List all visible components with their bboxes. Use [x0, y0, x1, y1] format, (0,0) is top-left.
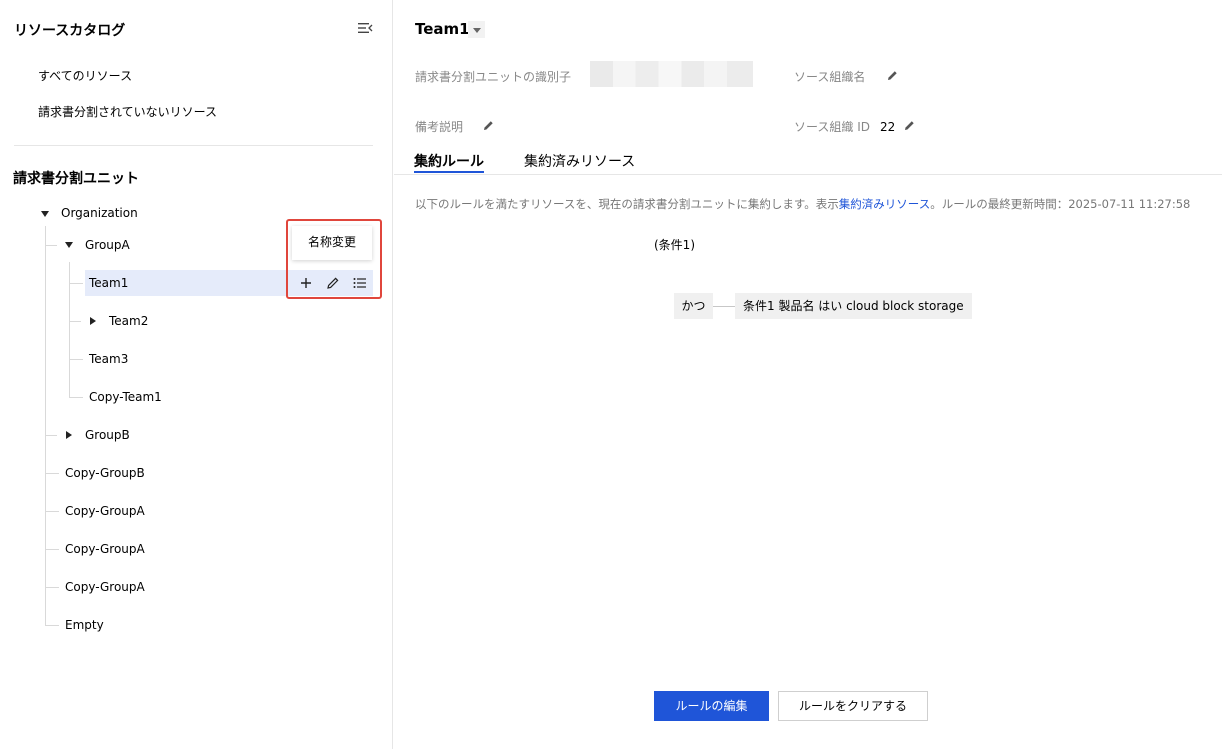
- tree-node-team3[interactable]: Team3: [89, 352, 128, 366]
- tree-line: [45, 625, 59, 626]
- source-org-id-value: 22: [880, 120, 896, 134]
- highlight-box: [286, 219, 382, 299]
- identifier-value-redacted: [590, 61, 753, 87]
- units-title: 請求書分割ユニット: [13, 171, 139, 187]
- tree-node-team1[interactable]: Team1: [89, 276, 128, 290]
- tree-node-empty[interactable]: Empty: [65, 618, 104, 632]
- sidebar-title: リソースカタログ: [14, 23, 126, 39]
- page-title: Team1: [415, 20, 470, 38]
- edit-pencil-icon[interactable]: [903, 119, 916, 132]
- edit-rule-button[interactable]: ルールの編集: [654, 691, 769, 721]
- condition-group-title: (条件1): [654, 238, 695, 252]
- collapse-menu-icon[interactable]: [357, 21, 373, 35]
- tree-line: [45, 435, 57, 436]
- rule-last-updated: 。ルールの最終更新時間：2025-07-11 11:27:58: [930, 197, 1191, 211]
- tree-line: [45, 245, 57, 246]
- and-operator-badge: かつ: [674, 293, 713, 319]
- tree-node-copy-groupb[interactable]: Copy-GroupB: [65, 466, 145, 480]
- tree-line: [69, 397, 83, 398]
- tree-node-copy-groupa[interactable]: Copy-GroupA: [65, 580, 145, 594]
- identifier-label: 請求書分割ユニットの識別子: [415, 70, 572, 84]
- tree-node-organization[interactable]: Organization: [61, 206, 138, 220]
- all-resources-link[interactable]: すべてのリソース: [38, 67, 132, 84]
- collapse-caret-icon[interactable]: [90, 317, 96, 325]
- source-org-id-label: ソース組織 ID: [794, 120, 870, 134]
- aggregated-resources-link[interactable]: 集約済みリソース: [839, 197, 930, 211]
- tree-line: [45, 511, 59, 512]
- tree-line: [45, 226, 46, 626]
- tree-line: [45, 473, 59, 474]
- remarks-label: 備考説明: [415, 120, 464, 134]
- source-org-name-label: ソース組織名: [794, 70, 866, 84]
- tree-node-team2[interactable]: Team2: [109, 314, 148, 328]
- title-dropdown-icon[interactable]: [468, 21, 485, 38]
- unsplit-resources-link[interactable]: 請求書分割されていないリソース: [38, 103, 217, 120]
- tree-node-groupa[interactable]: GroupA: [85, 238, 130, 252]
- rule-description: 以下のルールを満たすリソースを、現在の請求書分割ユニットに集約します。表示集約済…: [415, 196, 1190, 212]
- tree-line: [69, 283, 83, 284]
- active-tab-indicator: [414, 171, 484, 173]
- clear-rule-button[interactable]: ルールをクリアする: [778, 691, 928, 721]
- tree-node-groupb[interactable]: GroupB: [85, 428, 130, 442]
- tree-node-copy-groupa[interactable]: Copy-GroupA: [65, 504, 145, 518]
- expand-caret-icon[interactable]: [41, 211, 49, 217]
- condition-item: 条件1 製品名 はい cloud block storage: [735, 293, 972, 319]
- expand-caret-icon[interactable]: [65, 242, 73, 248]
- tab-aggregated-resources[interactable]: 集約済みリソース: [524, 151, 635, 171]
- tree-node-copy-team1[interactable]: Copy-Team1: [89, 390, 162, 404]
- edit-pencil-icon[interactable]: [886, 69, 899, 82]
- tree-node-copy-groupa[interactable]: Copy-GroupA: [65, 542, 145, 556]
- sidebar: リソースカタログ すべてのリソース 請求書分割されていないリソース 請求書分割ユ…: [0, 0, 393, 749]
- edit-pencil-icon[interactable]: [482, 119, 495, 132]
- tree-line: [69, 321, 81, 322]
- tab-aggregation-rules[interactable]: 集約ルール: [414, 151, 484, 171]
- tree-line: [45, 549, 59, 550]
- connector-line: [713, 306, 735, 307]
- tab-divider: [394, 174, 1222, 175]
- collapse-caret-icon[interactable]: [66, 431, 72, 439]
- rule-desc-text: 以下のルールを満たすリソースを、現在の請求書分割ユニットに集約します。表示: [415, 197, 839, 211]
- tree-line: [69, 359, 83, 360]
- sidebar-divider: [14, 145, 373, 146]
- tree-line: [45, 587, 59, 588]
